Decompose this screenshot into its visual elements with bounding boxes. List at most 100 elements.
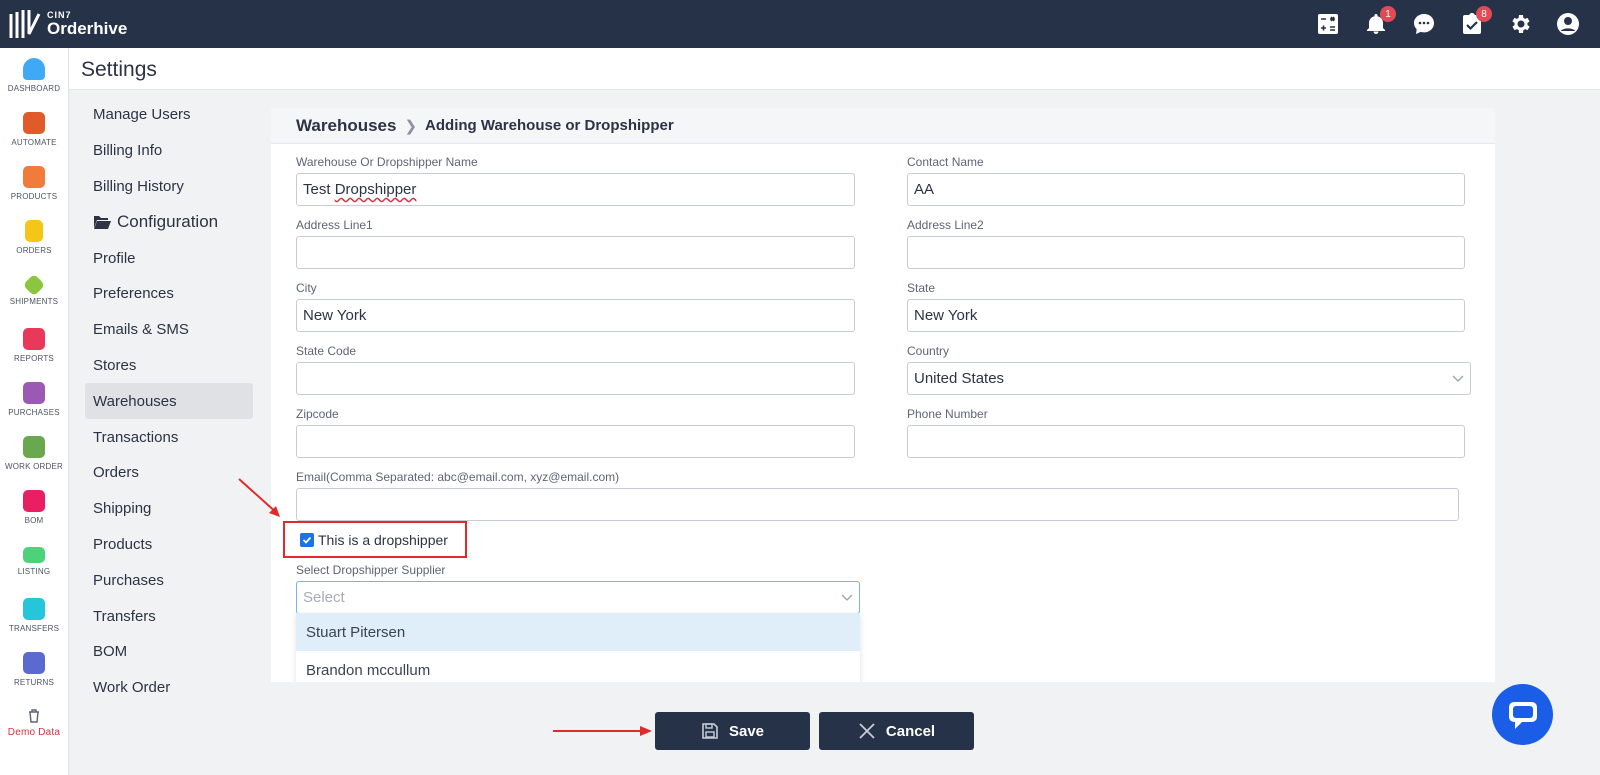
settings-item-stores[interactable]: Stores xyxy=(85,348,253,384)
listing-icon xyxy=(23,546,45,563)
annotation-arrow-checkbox xyxy=(238,478,280,517)
nav-orders[interactable]: ORDERS xyxy=(0,210,68,264)
settings-item-purchases[interactable]: Purchases xyxy=(85,562,253,598)
user-account-icon[interactable] xyxy=(1554,10,1582,38)
email-input[interactable] xyxy=(296,488,1459,521)
settings-item-bom[interactable]: BOM xyxy=(85,634,253,670)
support-chat-button[interactable] xyxy=(1492,684,1553,745)
nav-demo-data[interactable]: Demo Data xyxy=(0,696,68,750)
main-sidebar: DASHBOARD AUTOMATE PRODUCTS ORDERS SHIPM… xyxy=(0,48,69,775)
nav-listing[interactable]: LISTING xyxy=(0,534,68,588)
dropshipper-checkbox[interactable] xyxy=(300,533,314,547)
warehouse-name-input[interactable]: Test Dropshipper xyxy=(296,173,855,206)
city-field-group: City New York xyxy=(296,281,855,332)
settings-item-billing-history[interactable]: Billing History xyxy=(85,169,253,205)
supplier-label: Select Dropshipper Supplier xyxy=(296,563,446,577)
dropshipper-checkbox-row[interactable]: This is a dropshipper xyxy=(300,532,448,548)
logo-icon xyxy=(9,10,41,38)
settings-item-products[interactable]: Products xyxy=(85,527,253,563)
tasks-badge: 8 xyxy=(1476,6,1492,22)
supplier-select[interactable]: Select xyxy=(296,581,860,614)
save-button[interactable]: Save xyxy=(655,712,810,750)
breadcrumb-warehouses[interactable]: Warehouses xyxy=(296,116,396,136)
city-label: City xyxy=(296,281,317,295)
settings-menu: Manage Users Billing Info Billing Histor… xyxy=(85,97,253,706)
name-field-group: Warehouse Or Dropshipper Name Test Drops… xyxy=(296,155,855,206)
zipcode-input[interactable] xyxy=(296,425,855,458)
settings-item-manage-users[interactable]: Manage Users xyxy=(85,97,253,133)
settings-item-emails-sms[interactable]: Emails & SMS xyxy=(85,312,253,348)
notifications-bell-icon[interactable]: 1 xyxy=(1362,6,1396,38)
zip-field-group: Zipcode xyxy=(296,407,855,458)
settings-item-profile[interactable]: Profile xyxy=(85,240,253,276)
contact-name-input[interactable]: AA xyxy=(907,173,1465,206)
return-arrow-icon xyxy=(23,651,45,674)
country-label: Country xyxy=(907,344,950,358)
form-footer: Save Cancel xyxy=(69,700,1600,775)
address-line1-input[interactable] xyxy=(296,236,855,269)
supplier-dropdown-list: Stuart Pitersen Brandon mccullum xyxy=(296,613,860,682)
nav-bom[interactable]: BOM xyxy=(0,480,68,534)
chevron-down-icon xyxy=(1452,375,1464,382)
breadcrumb: Warehouses ❯ Adding Warehouse or Dropshi… xyxy=(271,108,1495,144)
tasks-check-icon[interactable]: 8 xyxy=(1458,6,1492,38)
chevron-down-icon xyxy=(841,594,853,601)
airplane-icon xyxy=(22,273,46,296)
settings-item-preferences[interactable]: Preferences xyxy=(85,276,253,312)
dropshipper-checkbox-label: This is a dropshipper xyxy=(318,532,448,548)
nav-dashboard[interactable]: DASHBOARD xyxy=(0,48,68,102)
nav-transfers[interactable]: TRANSFERS xyxy=(0,588,68,642)
trash-icon xyxy=(29,708,39,723)
settings-item-billing-info[interactable]: Billing Info xyxy=(85,133,253,169)
nav-automate[interactable]: AUTOMATE xyxy=(0,102,68,156)
phone-number-input[interactable] xyxy=(907,425,1465,458)
app-logo[interactable]: CIN7 Orderhive xyxy=(8,8,127,40)
address2-field-group: Address Line2 xyxy=(907,218,1465,269)
name-label: Warehouse Or Dropshipper Name xyxy=(296,155,478,169)
settings-item-transfers[interactable]: Transfers xyxy=(85,598,253,634)
transfer-icon xyxy=(23,597,45,620)
supplier-option[interactable]: Brandon mccullum xyxy=(296,651,860,682)
nav-products[interactable]: PRODUCTS xyxy=(0,156,68,210)
statecode-label: State Code xyxy=(296,344,357,358)
state-code-input[interactable] xyxy=(296,362,855,395)
city-input[interactable]: New York xyxy=(296,299,855,332)
contact-field-group: Contact Name AA xyxy=(907,155,1465,206)
settings-item-transactions[interactable]: Transactions xyxy=(85,419,253,455)
address-line2-input[interactable] xyxy=(907,236,1465,269)
brand-name: Orderhive xyxy=(47,19,128,38)
document-icon xyxy=(25,219,43,242)
state-field-group: State New York xyxy=(907,281,1465,332)
country-select[interactable]: United States xyxy=(907,362,1471,395)
nav-shipments[interactable]: SHIPMENTS xyxy=(0,264,68,318)
settings-item-orders[interactable]: Orders xyxy=(85,455,253,491)
nav-returns[interactable]: RETURNS xyxy=(0,642,68,696)
page-header: Settings xyxy=(69,48,1600,90)
bar-chart-icon xyxy=(23,327,45,350)
settings-item-warehouses[interactable]: Warehouses xyxy=(85,383,253,420)
settings-section-configuration: Configuration xyxy=(85,204,253,240)
settings-item-shipping[interactable]: Shipping xyxy=(85,491,253,527)
box-icon xyxy=(23,165,45,188)
calculator-icon[interactable] xyxy=(1314,10,1342,38)
breadcrumb-current: Adding Warehouse or Dropshipper xyxy=(425,117,674,134)
nav-reports[interactable]: REPORTS xyxy=(0,318,68,372)
settings-gear-icon[interactable] xyxy=(1506,10,1534,38)
supplier-option[interactable]: Stuart Pitersen xyxy=(296,613,860,651)
chevron-right-icon: ❯ xyxy=(404,117,418,135)
warehouse-form-panel: Warehouses ❯ Adding Warehouse or Dropshi… xyxy=(271,108,1495,682)
cancel-label: Cancel xyxy=(885,722,936,740)
save-label: Save xyxy=(728,722,765,740)
notifications-badge: 1 xyxy=(1380,6,1396,22)
nav-work-order[interactable]: WORK ORDER xyxy=(0,426,68,480)
cancel-button[interactable]: Cancel xyxy=(819,712,974,750)
nav-purchases[interactable]: PURCHASES xyxy=(0,372,68,426)
address1-label: Address Line1 xyxy=(296,218,373,232)
chat-bubble-icon[interactable] xyxy=(1410,10,1438,38)
chat-widget-icon xyxy=(1508,701,1537,729)
country-field-group: Country United States xyxy=(907,344,1471,395)
state-input[interactable]: New York xyxy=(907,299,1465,332)
cart-icon xyxy=(23,381,45,404)
state-label: State xyxy=(907,281,936,295)
country-value: United States xyxy=(914,370,1005,387)
